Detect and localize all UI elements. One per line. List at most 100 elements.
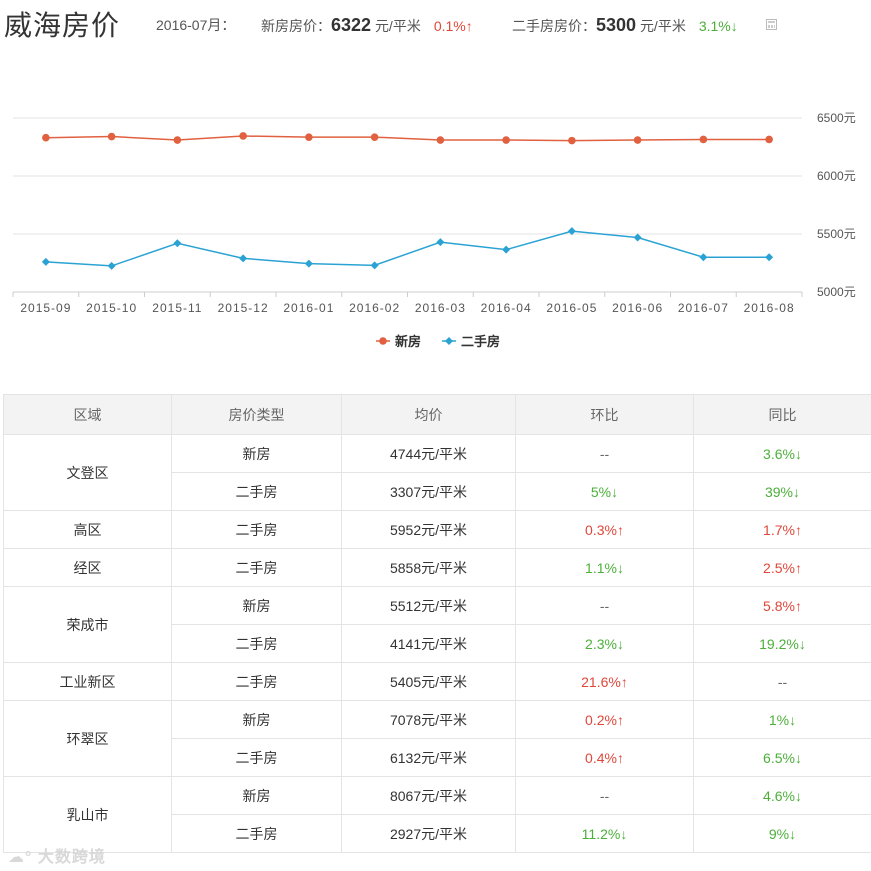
month-label: 2016-07月： [156,17,236,33]
table-header-row: 区域 房价类型 均价 环比 同比 [3,394,871,435]
second-price-unit: 元/平米 [639,18,686,34]
cell-mom: -- [515,586,694,625]
cell-yoy: 9%↓ [693,814,871,853]
cell-mom: 5%↓ [515,472,694,511]
cell-type: 二手房 [171,624,342,663]
cell-type: 新房 [171,776,342,815]
data-point [699,135,708,144]
cell-yoy: 3.6%↓ [693,434,871,473]
legend-label: 新房 [395,334,421,349]
x-tick-label: 2015-12 [218,301,269,315]
new-price-label: 新房房价： [261,18,331,34]
second-price-label: 二手房房价： [512,18,596,34]
cell-region: 工业新区 [3,662,172,701]
table-row: 经区 二手房 5858元/平米 1.1%↓ 2.5%↑ [3,548,871,587]
cell-mom: 1.1%↓ [515,548,694,587]
cell-price: 2927元/平米 [341,814,516,853]
cell-yoy: 1%↓ [693,700,871,739]
cell-price: 8067元/平米 [341,776,516,815]
calculator-icon[interactable] [766,19,777,30]
header-price: 均价 [341,394,516,435]
cell-yoy: 2.5%↑ [693,548,871,587]
cell-price: 6132元/平米 [341,738,516,777]
data-point [699,253,708,262]
data-point [173,136,182,144]
cell-mom: 21.6%↑ [515,662,694,701]
data-point [304,259,313,268]
cell-mom: 2.3%↓ [515,624,694,663]
cell-yoy: 5.8%↑ [693,586,871,625]
data-point [633,136,642,144]
price-header: 威海房价 2016-07月： 新房房价：6322 元/平米 0.1%↑ 二手房房价… [0,0,871,48]
cell-yoy: 6.5%↓ [693,738,871,777]
y-tick-label: 6500元 [817,111,856,125]
watermark-logo: ☁° 大数跨境 [8,849,106,866]
cell-region: 荣成市 [3,586,172,663]
data-point [436,238,445,247]
x-tick-label: 2016-01 [283,301,334,315]
cell-mom: 0.3%↑ [515,510,694,549]
cell-mom: -- [515,776,694,815]
x-tick-label: 2016-04 [481,301,532,315]
cell-mom: 0.4%↑ [515,738,694,777]
new-price-summary: 新房房价：6322 元/平米 0.1%↑ [261,15,473,36]
data-point [41,257,50,266]
cell-type: 二手房 [171,548,342,587]
series-line [45,230,770,267]
x-tick-label: 2016-06 [612,301,663,315]
new-price-value: 6322 [331,15,372,35]
data-point [173,239,182,248]
table-body: 文登区 新房 4744元/平米 -- 3.6%↓ 二手房 3307元/平米 5%↓ 39%↓ 高区… [3,434,871,853]
city-title: 威海房价 [4,10,121,41]
region-price-table: 区域 房价类型 均价 环比 同比 文登区 新房 4744元/平米 -- 3.6%↓ 二手房… [3,394,871,853]
cell-region: 乳山市 [3,776,172,853]
cell-mom: 11.2%↓ [515,814,694,853]
x-tick-label: 2016-08 [744,301,795,315]
y-tick-label: 6000元 [817,169,856,183]
legend-marker [379,337,387,345]
header-mom: 环比 [515,394,694,435]
cell-yoy: 39%↓ [693,472,871,511]
cell-type: 新房 [171,700,342,739]
cell-price: 5512元/平米 [341,586,516,625]
legend-marker [445,337,453,345]
legend-label: 二手房 [461,334,500,349]
cell-price: 5858元/平米 [341,548,516,587]
cell-region: 经区 [3,548,172,587]
data-point [633,233,642,242]
y-tick-label: 5500元 [817,227,856,241]
cell-mom: -- [515,434,694,473]
cell-price: 4141元/平米 [341,624,516,663]
header-yoy: 同比 [693,394,871,435]
series-line [45,135,770,142]
header-type: 房价类型 [171,394,342,435]
cell-region: 文登区 [3,434,172,511]
price-trend-chart: 6500元 6000元 5500元 5000元 2015-09 2015-10 2015-1… [12,111,856,349]
data-point [239,132,247,140]
x-tick-label: 2016-05 [546,301,597,315]
data-point [305,133,313,141]
cell-type: 二手房 [171,814,342,853]
cell-price: 5952元/平米 [341,510,516,549]
data-point [239,254,248,263]
table-row: 荣成市 新房 5512元/平米 -- 5.8%↑ [3,586,871,663]
x-tick-label: 2015-11 [152,301,202,315]
data-point [370,133,379,141]
data-point [765,135,773,144]
cell-yoy: -- [693,662,871,701]
watermark-text: 大数跨境 [37,849,106,866]
cell-type: 二手房 [171,510,342,549]
table-row: 工业新区 二手房 5405元/平米 21.6%↑ -- [3,662,871,701]
cell-region: 高区 [3,510,172,549]
table-row: 环翠区 新房 7078元/平米 0.2%↑ 1%↓ [3,700,871,777]
cell-type: 二手房 [171,472,342,511]
x-tick-label: 2015-09 [20,301,71,315]
cell-price: 4744元/平米 [341,434,516,473]
table-row: 文登区 新房 4744元/平米 -- 3.6%↓ [3,434,871,511]
cell-price: 7078元/平米 [341,700,516,739]
new-price-unit: 元/平米 [374,18,421,34]
cell-yoy: 1.7%↑ [693,510,871,549]
new-price-change: 0.1%↑ [433,18,473,34]
table-row: 乳山市 新房 8067元/平米 -- 4.6%↓ [3,776,871,853]
data-point [568,136,576,145]
